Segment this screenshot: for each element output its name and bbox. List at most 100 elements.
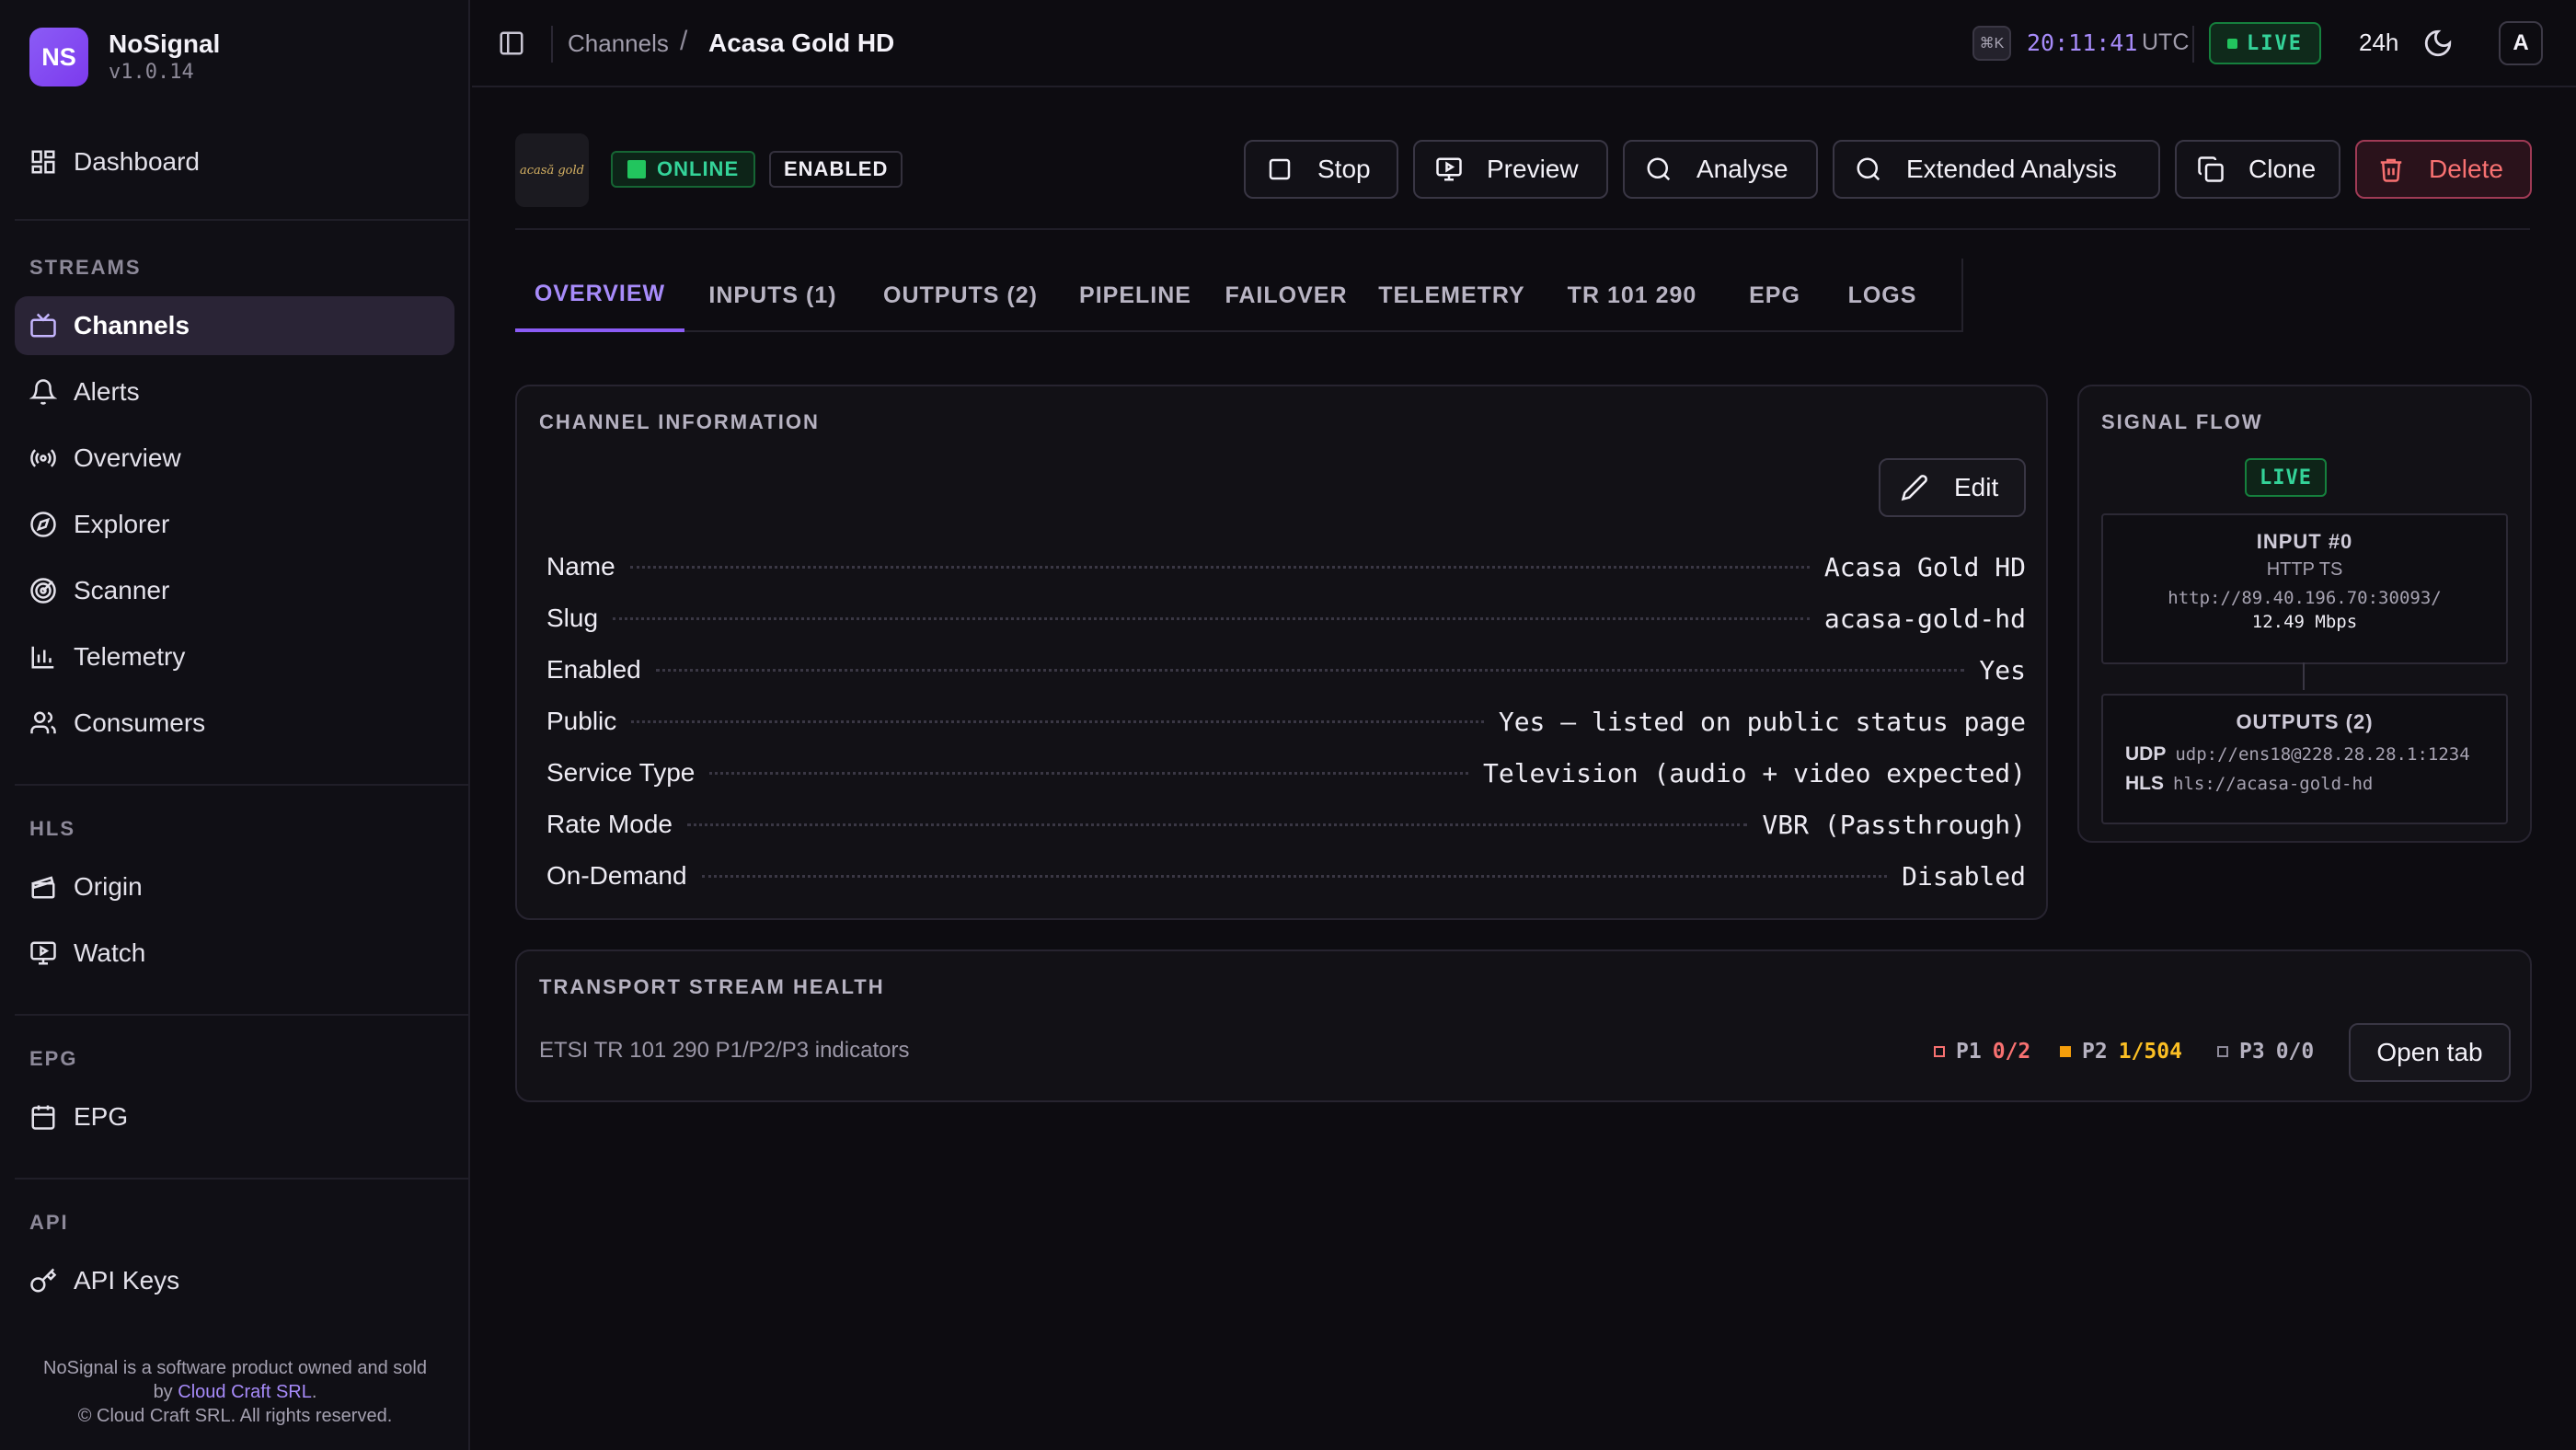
panel-title: CHANNEL INFORMATION (539, 410, 820, 433)
channel-logo: acasă gold (515, 133, 589, 207)
command-palette-shortcut[interactable]: ⌘K (1972, 26, 2011, 61)
sidebar-item-label: Scanner (74, 576, 170, 604)
analyse-button[interactable]: Analyse (1623, 140, 1818, 199)
input-url: http://89.40.196.70:30093/ (2168, 588, 2442, 608)
info-row-name: Name Acasa Gold HD (546, 551, 2026, 582)
sidebar-toggle-button[interactable] (498, 29, 525, 57)
monitor-play-icon (29, 939, 57, 967)
p2-marker-icon (2060, 1046, 2071, 1057)
theme-toggle-button[interactable] (2422, 28, 2454, 59)
footer-line: NoSignal is a software product owned and… (43, 1358, 427, 1378)
sidebar-item-label: Channels (74, 311, 190, 339)
sidebar-item-epg[interactable]: EPG (15, 1088, 454, 1146)
edit-button[interactable]: Edit (1879, 458, 2026, 517)
radar-icon (29, 577, 57, 604)
sidebar-item-label: Dashboard (74, 147, 200, 176)
sidebar-item-watch[interactable]: Watch (15, 924, 454, 983)
transport-stream-health-panel: TRANSPORT STREAM HEALTH ETSI TR 101 290 … (515, 949, 2532, 1102)
tab-overview[interactable]: OVERVIEW (515, 259, 684, 332)
tab-inputs[interactable]: INPUTS (1) (684, 259, 861, 332)
enabled-badge: ENABLED (769, 151, 903, 188)
input-node[interactable]: INPUT #0 HTTP TS http://89.40.196.70:300… (2101, 513, 2508, 664)
outputs-node[interactable]: OUTPUTS (2) UDP udp://ens18@228.28.28.1:… (2101, 694, 2508, 824)
sidebar-item-label: Overview (74, 443, 181, 472)
sidebar-item-alerts[interactable]: Alerts (15, 362, 454, 421)
sidebar-item-scanner[interactable]: Scanner (15, 561, 454, 620)
clone-button[interactable]: Clone (2175, 140, 2340, 199)
live-dot-icon (2227, 38, 2237, 49)
tab-epg[interactable]: EPG (1722, 259, 1827, 332)
tab-failover[interactable]: FAILOVER (1211, 259, 1362, 332)
output-hls: HLS hls://acasa-gold-hd (2125, 773, 2374, 794)
breadcrumb-separator: / (680, 26, 688, 56)
toolbar-separator (2192, 26, 2194, 63)
p1-marker-icon (1934, 1046, 1945, 1057)
clapperboard-icon (29, 873, 57, 901)
sidebar-item-overview[interactable]: Overview (15, 429, 454, 488)
tab-outputs[interactable]: OUTPUTS (2) (861, 259, 1060, 332)
sidebar-item-telemetry[interactable]: Telemetry (15, 627, 454, 686)
info-row-public: Public Yes — listed on public status page (546, 706, 2026, 737)
signal-flow-panel: SIGNAL FLOW LIVE INPUT #0 HTTP TS http:/… (2077, 385, 2532, 843)
input-bitrate: 12.49 Mbps (2251, 612, 2358, 632)
footer-line: by Cloud Craft SRL. (153, 1382, 317, 1402)
users-icon (29, 709, 57, 737)
sidebar-item-label: Consumers (74, 708, 206, 737)
company-link[interactable]: Cloud Craft SRL (178, 1382, 312, 1402)
breadcrumb-channels[interactable]: Channels (568, 29, 669, 58)
pencil-icon (1901, 475, 1927, 501)
flow-arrow (2303, 662, 2305, 690)
tab-pipeline[interactable]: PIPELINE (1060, 259, 1211, 332)
sidebar-item-label: Explorer (74, 510, 170, 538)
brand-version: v1.0.14 (109, 61, 194, 84)
tab-tr101290[interactable]: TR 101 290 (1542, 259, 1722, 332)
sidebar-item-consumers[interactable]: Consumers (15, 694, 454, 753)
delete-button[interactable]: Delete (2355, 140, 2532, 199)
extended-analysis-button[interactable]: Extended Analysis (1833, 140, 2160, 199)
calendar-icon (29, 1103, 57, 1131)
sidebar-divider (15, 784, 470, 786)
sidebar: NS NoSignal v1.0.14 Dashboard STREAMS Ch… (0, 0, 470, 1450)
info-row-enabled: Enabled Yes (546, 654, 2026, 685)
info-row-on-demand: On-Demand Disabled (546, 860, 2026, 892)
utc-clock: 20:11:41 (2027, 29, 2138, 56)
user-avatar[interactable]: A (2499, 21, 2543, 65)
open-tab-button[interactable]: Open tab (2349, 1023, 2511, 1082)
breadcrumb-current: Acasa Gold HD (708, 29, 895, 57)
sidebar-item-channels[interactable]: Channels (15, 296, 454, 355)
sidebar-item-label: Telemetry (74, 642, 186, 671)
info-row-slug: Slug acasa-gold-hd (546, 603, 2026, 634)
sidebar-item-explorer[interactable]: Explorer (15, 495, 454, 554)
sidebar-item-label: EPG (74, 1102, 129, 1131)
brand[interactable]: NS NoSignal v1.0.14 (29, 28, 220, 86)
panel-title: SIGNAL FLOW (2101, 410, 2263, 433)
search-icon (1647, 157, 1671, 181)
info-row-rate-mode: Rate Mode VBR (Passthrough) (546, 809, 2026, 840)
sidebar-divider (15, 219, 470, 221)
status-dot-icon (627, 160, 646, 178)
tab-telemetry[interactable]: TELEMETRY (1362, 259, 1542, 332)
panel-title: TRANSPORT STREAM HEALTH (539, 975, 885, 998)
preview-button[interactable]: Preview (1413, 140, 1608, 199)
live-toggle[interactable]: LIVE (2209, 22, 2321, 64)
sidebar-item-origin[interactable]: Origin (15, 857, 454, 916)
dashboard-icon (29, 148, 57, 176)
sidebar-item-api-keys[interactable]: API Keys (15, 1251, 454, 1310)
p3-indicator: P3 0/0 (2217, 1040, 2314, 1064)
sidebar-divider (15, 1014, 470, 1016)
stop-icon (1269, 158, 1291, 180)
signal-live-badge: LIVE (2245, 458, 2327, 497)
sidebar-item-dashboard[interactable]: Dashboard (15, 132, 454, 191)
output-udp: UDP udp://ens18@228.28.28.1:1234 (2125, 743, 2470, 765)
toolbar-separator (551, 26, 553, 63)
stop-button[interactable]: Stop (1244, 140, 1398, 199)
bar-chart-icon (29, 643, 57, 671)
section-label-epg: EPG (29, 1047, 78, 1070)
transport-subtitle: ETSI TR 101 290 P1/P2/P3 indicators (539, 1038, 910, 1063)
compass-icon (29, 511, 57, 538)
tab-logs[interactable]: LOGS (1827, 259, 1938, 332)
time-range-selector[interactable]: 24h (2359, 29, 2398, 57)
section-label-api: API (29, 1211, 69, 1234)
sidebar-item-label: API Keys (74, 1266, 180, 1295)
sidebar-item-label: Origin (74, 872, 143, 901)
